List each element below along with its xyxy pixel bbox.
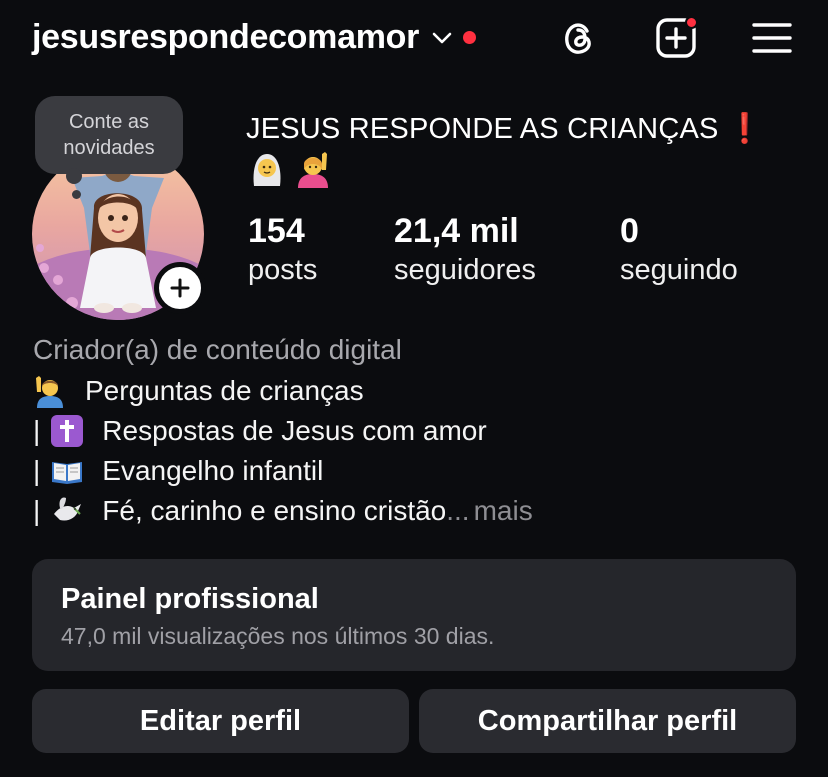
dashboard-title: Painel profissional: [61, 583, 319, 615]
latin-cross-emoji: [50, 414, 84, 448]
person-raising-hand-emoji: [294, 150, 332, 188]
followers-count: 21,4 mil: [394, 212, 519, 250]
display-name: JESUS RESPONDE AS CRIANÇAS ❗: [246, 112, 763, 146]
note-bubble[interactable]: Conte as novidades: [35, 96, 183, 174]
add-story-button[interactable]: [154, 262, 206, 314]
username: jesusrespondecomamor: [32, 17, 420, 56]
open-book-emoji: [50, 454, 84, 488]
bio-line-text: Perguntas de crianças: [85, 375, 364, 406]
following-count: 0: [620, 212, 639, 250]
bio-line-prefix: |: [33, 415, 41, 446]
bio-line-text: Evangelho infantil: [102, 455, 324, 486]
bio-line: | Evangelho infantil: [33, 454, 323, 488]
name-emojis: [248, 150, 332, 192]
profile-category: Criador(a) de conteúdo digital: [33, 334, 402, 365]
bio-ellipsis: ...: [446, 495, 470, 526]
menu-icon[interactable]: [748, 14, 796, 62]
bio-line: Perguntas de crianças: [33, 374, 364, 408]
note-bubble-tail: [72, 190, 81, 199]
stat-posts: 154 posts: [248, 210, 317, 288]
dashboard-subtitle: 47,0 mil visualizações nos últimos 30 di…: [61, 623, 495, 649]
bio-line: | Respostas de Jesus com amor: [33, 414, 487, 448]
bio-line-text: Respostas de Jesus com amor: [102, 415, 487, 446]
chevron-down-icon: [431, 27, 453, 49]
posts-label: posts: [248, 254, 318, 286]
plus-icon: [170, 278, 190, 298]
bio-line-prefix: |: [33, 495, 41, 526]
professional-dashboard[interactable]: Painel profissional 47,0 mil visualizaçõ…: [32, 559, 796, 671]
display-name-text: JESUS RESPONDE AS CRIANÇAS: [246, 113, 719, 145]
bio-line-text: Fé, carinho e ensino cristão: [102, 495, 447, 526]
note-text: Conte as novidades: [63, 111, 155, 159]
edit-profile-button[interactable]: Editar perfil: [32, 689, 409, 753]
stat-followers[interactable]: 21,4 mil seguidores: [394, 210, 536, 288]
bio-line-prefix: |: [33, 455, 41, 486]
following-label: seguindo: [620, 254, 738, 286]
bio-more-link[interactable]: mais: [474, 495, 533, 527]
dove-emoji: [50, 494, 84, 528]
share-profile-button[interactable]: Compartilhar perfil: [419, 689, 796, 753]
account-switcher[interactable]: jesusrespondecomamor: [32, 14, 477, 60]
exclamation-emoji: ❗: [726, 113, 764, 145]
top-bar: jesusrespondecomamor: [0, 0, 828, 78]
stat-following[interactable]: 0 seguindo: [620, 210, 738, 288]
notification-dot: [685, 16, 698, 29]
notification-dot: [463, 30, 477, 44]
followers-label: seguidores: [394, 254, 536, 286]
bio-line: | Fé, carinho e ensino cristão ... mais: [33, 494, 533, 528]
threads-icon[interactable]: [554, 14, 602, 62]
woman-with-veil-emoji: [248, 150, 286, 188]
note-bubble-tail: [66, 168, 82, 184]
person-raising-hand-emoji: [33, 374, 67, 408]
posts-count: 154: [248, 212, 305, 250]
create-icon[interactable]: [652, 14, 700, 62]
